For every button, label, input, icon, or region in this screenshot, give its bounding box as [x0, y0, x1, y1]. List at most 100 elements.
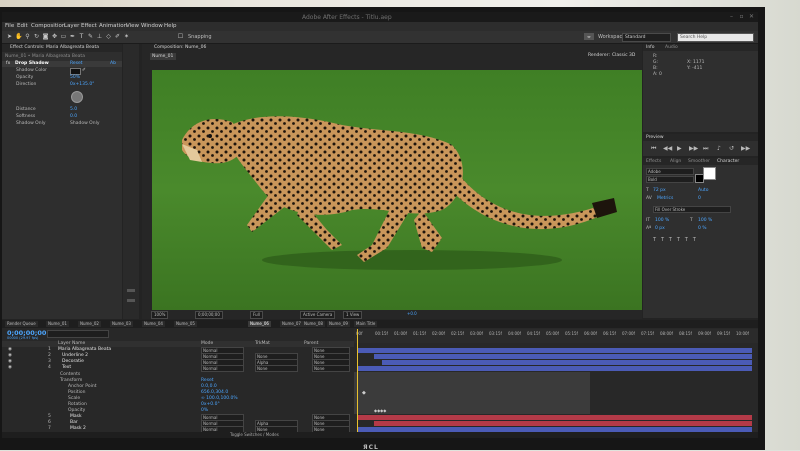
character-tab[interactable]: Character — [717, 159, 739, 164]
zoom-tool-icon[interactable]: ⚲ — [24, 33, 31, 40]
camera-select[interactable]: Active Camera — [300, 311, 336, 319]
menu-window[interactable]: Window — [141, 23, 163, 29]
tab-nume-01[interactable]: Nume_01 — [46, 321, 69, 327]
audio-tab[interactable]: Audio — [665, 45, 678, 50]
rotate-tool-icon[interactable]: ↻ — [33, 33, 40, 40]
rectangle-tool-icon[interactable]: ▭ — [60, 33, 67, 40]
layer-row[interactable]: ◉ 4 Text Normal None None — [2, 365, 354, 372]
prop-opacity-value[interactable]: 50% — [70, 75, 80, 80]
preview-tab[interactable]: Preview — [646, 135, 664, 140]
leading-value[interactable]: Auto — [698, 188, 708, 193]
keyframe-icon[interactable]: ◆◆◆◆ — [374, 408, 386, 413]
last-frame-icon[interactable]: ⏭ — [703, 145, 708, 153]
fill-color-swatch[interactable] — [703, 167, 716, 180]
stroke-order-select[interactable]: Fill Over Stroke — [653, 206, 731, 213]
composition-subtab[interactable]: Nume_01 — [152, 54, 173, 59]
menu-composition[interactable]: Composition — [31, 23, 65, 29]
pan-behind-tool-icon[interactable]: ✥ — [51, 33, 58, 40]
minimize-icon[interactable]: – — [727, 13, 736, 21]
maximize-icon[interactable]: ▫ — [737, 13, 746, 21]
layer-bar[interactable] — [374, 354, 752, 359]
timeline-search-input[interactable] — [47, 330, 109, 338]
audio-icon[interactable]: ♪ — [717, 145, 721, 152]
view-layout-select[interactable]: 1 View — [343, 311, 363, 319]
loop-icon[interactable]: ↺ — [729, 145, 734, 152]
camera-tool-icon[interactable]: ◙ — [42, 33, 49, 40]
workspace-select[interactable]: Standard — [622, 33, 671, 42]
current-time-indicator[interactable] — [357, 329, 358, 438]
prop-distance-value[interactable]: 5.0 — [70, 107, 77, 112]
effects-tab[interactable]: Effects — [646, 159, 661, 164]
eyedropper-icon[interactable]: ✐ — [82, 68, 86, 73]
tab-nume-03[interactable]: Nume_03 — [110, 321, 133, 327]
stroke-color-swatch[interactable] — [695, 174, 704, 183]
close-icon[interactable]: ✕ — [747, 13, 756, 21]
effect-reset-link[interactable]: Reset — [70, 61, 83, 66]
layer-bar[interactable] — [358, 348, 752, 353]
exposure-value[interactable]: +0.0 — [407, 311, 417, 316]
renderer-value[interactable]: Classic 3D — [612, 53, 635, 58]
prop-softness-value[interactable]: 0.0 — [70, 114, 77, 119]
prop-direction-value[interactable]: 0x+135.0° — [70, 82, 94, 87]
layer-bar[interactable] — [358, 366, 752, 371]
selection-tool-icon[interactable]: ➤ — [6, 33, 13, 40]
tab-nume-02[interactable]: Nume_02 — [78, 321, 101, 327]
zoom-select[interactable]: 100% — [151, 311, 169, 319]
font-size-value[interactable]: 72 px — [653, 188, 666, 193]
play-icon[interactable]: ▶ — [677, 145, 682, 152]
layer-bar[interactable] — [358, 415, 752, 420]
tab-render-queue[interactable]: Render Queue — [5, 321, 38, 327]
eraser-tool-icon[interactable]: ◇ — [105, 33, 112, 40]
tab-nume-06[interactable]: Nume_06 — [248, 321, 271, 327]
tab-nume-07[interactable]: Nume_07 — [280, 321, 303, 327]
toggle-switches-modes[interactable]: Toggle Switches / Modes — [230, 432, 279, 437]
ram-preview-icon[interactable]: ▶▶ — [741, 145, 750, 152]
brush-tool-icon[interactable]: ✎ — [87, 33, 94, 40]
info-tab[interactable]: Info — [646, 45, 655, 50]
menu-edit[interactable]: Edit — [17, 23, 28, 29]
resolution-select[interactable]: Full — [250, 311, 263, 319]
shadow-color-swatch[interactable] — [70, 68, 81, 75]
smoother-tab[interactable]: Smoother — [688, 159, 710, 164]
roto-brush-tool-icon[interactable]: ✐ — [114, 33, 121, 40]
tracking-value[interactable]: 0 — [698, 196, 701, 201]
visibility-icon[interactable]: ◉ — [8, 365, 12, 371]
font-family-select[interactable]: Adobe — [646, 168, 694, 175]
next-frame-icon[interactable]: ▶▶ — [689, 145, 698, 152]
current-time-display[interactable]: 0;00;00;00 — [195, 311, 223, 319]
menu-effect[interactable]: Effect — [81, 23, 97, 29]
composition-viewer[interactable] — [152, 70, 642, 310]
tab-nume-05[interactable]: Nume_05 — [174, 321, 197, 327]
menu-file[interactable]: File — [5, 23, 14, 29]
tab-nume-04[interactable]: Nume_04 — [142, 321, 165, 327]
tab-main-title[interactable]: Main Title — [354, 321, 378, 327]
font-style-select[interactable]: Bold — [646, 176, 694, 183]
prev-frame-icon[interactable]: ◀◀ — [663, 145, 672, 152]
tsume-value[interactable]: 0 % — [698, 226, 707, 231]
layer-bar[interactable] — [374, 421, 752, 426]
menu-view[interactable]: View — [126, 23, 139, 29]
text-tool-icon[interactable]: T — [78, 33, 85, 40]
time-ruler[interactable]: 00f 00:15f 01:00f 01:15f 02:00f 02:15f 0… — [354, 329, 758, 343]
tab-nume-08[interactable]: Nume_08 — [302, 321, 325, 327]
effect-about-link[interactable]: Ab — [110, 61, 116, 66]
clone-stamp-tool-icon[interactable]: ⊥ — [96, 33, 103, 40]
align-tab[interactable]: Align — [670, 159, 681, 164]
tab-nume-09[interactable]: Nume_09 — [327, 321, 350, 327]
direction-dial[interactable] — [71, 91, 83, 103]
keyframe-icon[interactable]: ◆ — [362, 390, 366, 396]
baseline-shift-value[interactable]: 0 px — [655, 226, 665, 231]
workspace-icon[interactable]: ⇔ — [584, 33, 594, 40]
hand-tool-icon[interactable]: ✋ — [15, 33, 22, 40]
first-frame-icon[interactable]: ⏮ — [651, 145, 656, 153]
menu-layer[interactable]: Layer — [64, 23, 79, 29]
shadow-only-checkbox[interactable]: Shadow Only — [70, 121, 100, 126]
vertical-scale-value[interactable]: 100 % — [655, 218, 669, 223]
pen-tool-icon[interactable]: ✒ — [69, 33, 76, 40]
effect-controls-tab[interactable]: Effect Controls: Maria Albagreata Beata — [10, 45, 99, 50]
layer-bar[interactable] — [382, 360, 752, 365]
search-help-input[interactable]: Search Help — [677, 33, 754, 42]
menu-animation[interactable]: Animation — [99, 23, 127, 29]
horizontal-scale-value[interactable]: 100 % — [698, 218, 712, 223]
fx-icon[interactable]: fx — [6, 61, 10, 66]
